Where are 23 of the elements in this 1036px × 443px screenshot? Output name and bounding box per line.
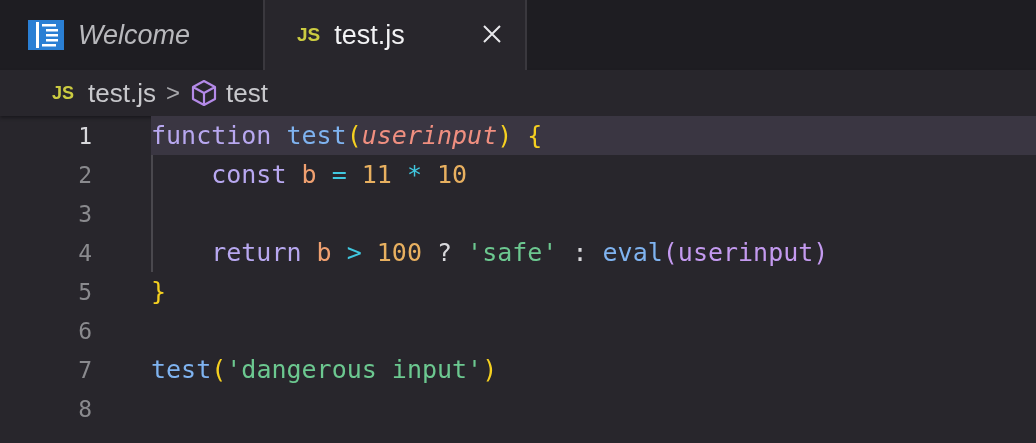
line-number: 3 [77,200,92,227]
cube-icon [189,79,218,107]
code-line: function test(userinput) { [151,121,543,150]
code-line: const b = 11 * 10 [211,160,468,189]
close-icon[interactable] [483,25,501,43]
line-number: 8 [77,395,92,422]
line-number: 2 [77,161,92,188]
breadcrumb-item[interactable]: test [225,77,268,109]
document-icon [28,20,64,50]
code-line: return b > 100 ? 'safe' : eval(userinput) [211,238,829,267]
line-number: 7 [77,356,92,383]
line-number: 5 [77,278,92,305]
file-type-label: JS [52,82,75,104]
editor-tab[interactable]: Welcome [0,0,265,70]
line-number: 6 [77,317,92,344]
breadcrumb-item[interactable]: test.js [88,77,156,109]
file-type-label: JS [297,24,321,46]
code-line: test('dangerous input') [151,355,498,384]
breadcrumb-separator: > [165,79,180,107]
line-number: 4 [77,239,92,266]
line-number: 1 [77,122,92,149]
code-line: } [151,277,167,306]
editor-tab[interactable]: JS test.js [265,0,527,70]
